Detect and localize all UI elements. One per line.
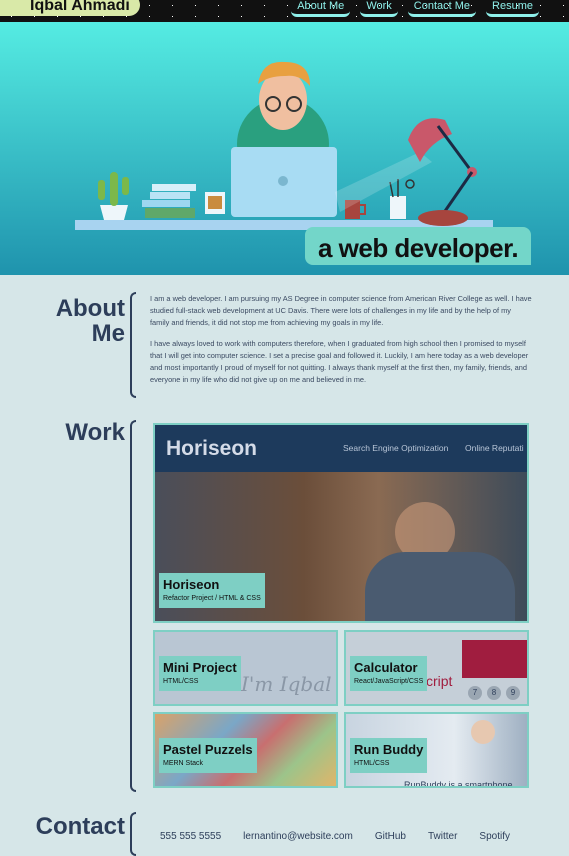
work-divider bbox=[130, 420, 136, 792]
project-subtitle-runbuddy: HTML/CSS bbox=[354, 760, 390, 767]
contact-links: 555 555 5555 lernantino@website.com GitH… bbox=[160, 831, 510, 843]
project-card-calculator[interactable]: cript 7 8 9 Calculator React/JavaScript/… bbox=[344, 630, 529, 706]
project-subtitle-mini: HTML/CSS bbox=[163, 678, 199, 685]
about-paragraph-2: I have always loved to work with compute… bbox=[150, 339, 529, 384]
contact-divider bbox=[130, 812, 136, 856]
site-name[interactable]: Iqbal Ahmadi bbox=[0, 0, 140, 16]
project-title-calculator: Calculator bbox=[354, 660, 418, 675]
project-label-mini: Mini Project HTML/CSS bbox=[159, 656, 241, 691]
project-title-pastel: Pastel Puzzels bbox=[163, 742, 253, 757]
horiseon-site-nav-2: Online Reputati bbox=[465, 443, 524, 453]
contact-github-link[interactable]: GitHub bbox=[375, 831, 406, 843]
contact-email-link[interactable]: lernantino@website.com bbox=[243, 831, 353, 843]
mini-bg-text: I'm Iqbal bbox=[241, 672, 332, 696]
calc-bg-fragment: cript bbox=[426, 673, 453, 689]
featured-project-title: Horiseon bbox=[163, 577, 220, 592]
main-nav: About Me Work Contact Me Resume bbox=[291, 0, 539, 17]
project-subtitle-calculator: React/JavaScript/CSS bbox=[354, 678, 424, 685]
runbuddy-bg-text: RunBuddy is a smartphone bbox=[404, 780, 513, 788]
contact-spotify-link[interactable]: Spotify bbox=[479, 831, 510, 843]
project-label-runbuddy: Run Buddy HTML/CSS bbox=[350, 738, 428, 773]
project-subtitle-pastel: MERN Stack bbox=[163, 760, 204, 767]
calc-key-7: 7 bbox=[468, 686, 482, 700]
project-title-mini: Mini Project bbox=[163, 660, 237, 675]
calc-key-8: 8 bbox=[487, 686, 501, 700]
project-label-pastel: Pastel Puzzels MERN Stack bbox=[159, 738, 257, 773]
work-heading: Work bbox=[65, 419, 125, 446]
project-title-runbuddy: Run Buddy bbox=[354, 742, 424, 757]
project-card-pastel[interactable]: Pastel Puzzels MERN Stack bbox=[153, 712, 338, 788]
about-heading-line1: About bbox=[55, 295, 125, 322]
project-label-calculator: Calculator React/JavaScript/CSS bbox=[350, 656, 428, 691]
calc-key-9: 9 bbox=[506, 686, 520, 700]
contact-twitter-link[interactable]: Twitter bbox=[428, 831, 457, 843]
about-divider bbox=[130, 292, 136, 398]
featured-project-card[interactable]: Horiseon Search Engine Optimization Onli… bbox=[153, 423, 529, 623]
nav-contact-link[interactable]: Contact Me bbox=[407, 0, 477, 17]
project-card-runbuddy[interactable]: RunBuddy is a smartphone Run Buddy HTML/… bbox=[344, 712, 529, 788]
featured-project-label: Horiseon Refactor Project / HTML & CSS bbox=[159, 573, 265, 608]
about-heading-line2: Me bbox=[91, 320, 125, 347]
horiseon-site-header: Horiseon Search Engine Optimization Onli… bbox=[155, 425, 527, 472]
nav-work-link[interactable]: Work bbox=[360, 0, 398, 17]
nav-resume-link[interactable]: Resume bbox=[486, 0, 539, 17]
horiseon-site-nav-1: Search Engine Optimization bbox=[343, 443, 449, 453]
about-body: I am a web developer. I am pursuing my A… bbox=[150, 293, 532, 395]
contact-heading: Contact bbox=[35, 813, 125, 840]
calc-display bbox=[462, 640, 527, 678]
project-card-mini[interactable]: I'm Iqbal Mini Project HTML/CSS bbox=[153, 630, 338, 706]
featured-project-subtitle: Refactor Project / HTML & CSS bbox=[163, 595, 261, 602]
nav-about-link[interactable]: About Me bbox=[291, 0, 351, 17]
contact-phone[interactable]: 555 555 5555 bbox=[160, 831, 221, 843]
hero-tagline: a web developer. bbox=[305, 227, 531, 265]
site-header: Iqbal Ahmadi About Me Work Contact Me Re… bbox=[0, 0, 569, 22]
about-paragraph-1: I am a web developer. I am pursuing my A… bbox=[150, 294, 532, 327]
about-heading: About Me bbox=[40, 296, 125, 346]
horiseon-site-logo: Horiseon bbox=[166, 437, 258, 460]
